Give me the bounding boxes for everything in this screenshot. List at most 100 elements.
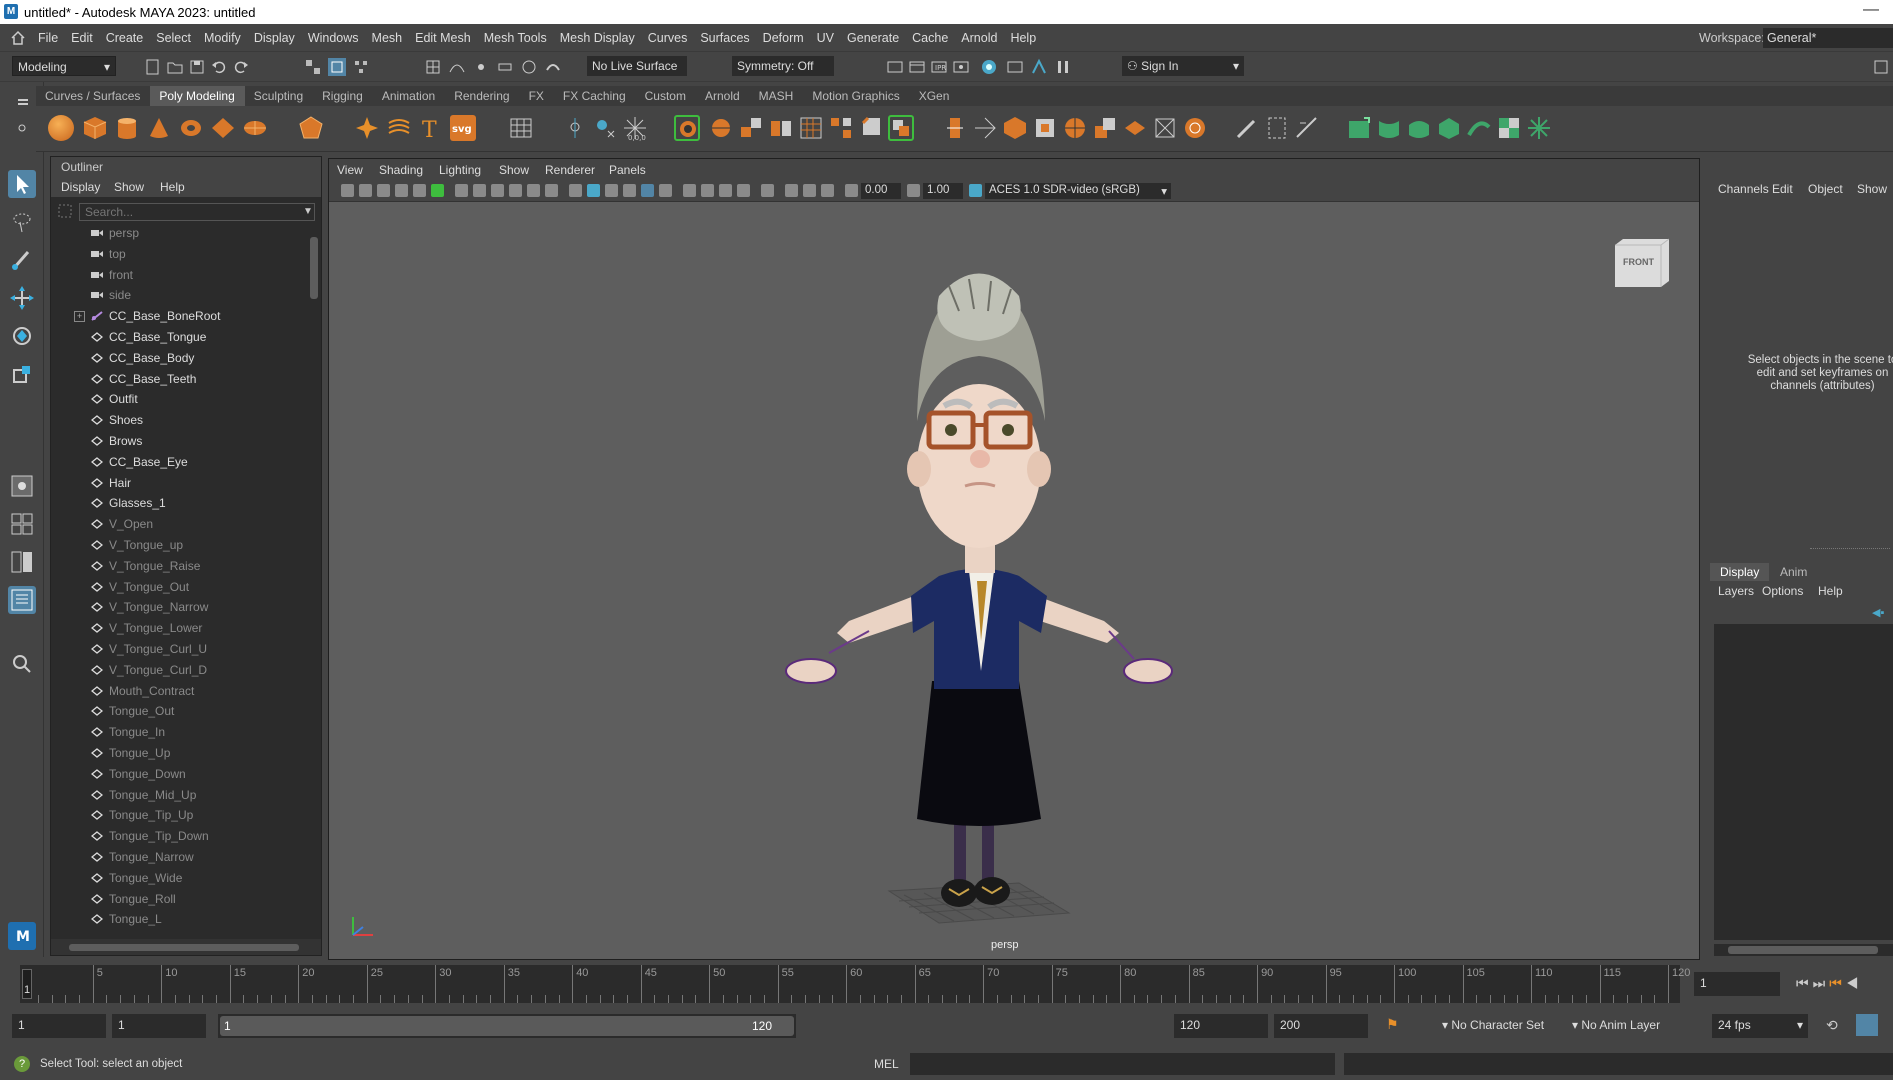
menu-uv[interactable]: UV bbox=[817, 31, 844, 45]
poly-torus-icon[interactable] bbox=[178, 115, 204, 141]
outliner-item[interactable]: Tongue_Down bbox=[51, 764, 309, 785]
search-icon[interactable] bbox=[8, 650, 36, 678]
resolution-gate-icon[interactable] bbox=[491, 184, 504, 197]
unfold-uv-icon[interactable] bbox=[1294, 115, 1320, 141]
boolean-icon[interactable] bbox=[888, 115, 914, 141]
gamma-icon[interactable] bbox=[907, 184, 920, 197]
image-plane-icon[interactable] bbox=[395, 184, 408, 197]
poly-cylinder-icon[interactable] bbox=[114, 115, 140, 141]
move-tool-icon[interactable] bbox=[8, 284, 36, 312]
screen-space-ao-icon[interactable] bbox=[683, 184, 696, 197]
tab-anim-layers[interactable]: Anim bbox=[1770, 563, 1817, 581]
current-frame-field[interactable]: 1 bbox=[1694, 972, 1780, 996]
sculpt-brush-icon[interactable] bbox=[1234, 115, 1260, 141]
lasso-tool-icon[interactable] bbox=[8, 208, 36, 236]
shelf-tab-animation[interactable]: Animation bbox=[373, 86, 445, 106]
step-back-frame-icon[interactable]: ⏮ bbox=[1829, 975, 1846, 991]
poly-cone-icon[interactable] bbox=[146, 115, 172, 141]
outliner-item[interactable]: persp bbox=[51, 223, 309, 244]
outliner-item[interactable]: Tongue_Mid_Up bbox=[51, 785, 309, 806]
wireframe-on-shaded-icon[interactable] bbox=[605, 184, 618, 197]
command-language-toggle[interactable]: MEL bbox=[874, 1057, 899, 1071]
field-chart-icon[interactable] bbox=[527, 184, 540, 197]
outliner-item[interactable]: V_Tongue_Lower bbox=[51, 618, 309, 639]
scale-tool-icon[interactable] bbox=[8, 360, 36, 388]
current-time-marker[interactable]: 1 bbox=[22, 969, 32, 999]
gamma-field[interactable]: 1.00 bbox=[923, 183, 963, 199]
center-pivot-icon[interactable] bbox=[592, 115, 618, 141]
svg-tool-icon[interactable]: svg bbox=[450, 115, 476, 141]
outliner-search-input[interactable] bbox=[79, 203, 315, 221]
open-scene-icon[interactable] bbox=[166, 58, 184, 76]
playback-end-field[interactable]: 120 bbox=[1174, 1014, 1268, 1038]
outliner-menu-help[interactable]: Help bbox=[160, 180, 185, 194]
scrollbar-thumb[interactable] bbox=[69, 944, 299, 951]
extract-icon[interactable] bbox=[738, 115, 764, 141]
animation-preferences-icon[interactable] bbox=[1856, 1014, 1878, 1036]
multi-cut-icon[interactable] bbox=[942, 115, 968, 141]
exposure-field[interactable]: 0.00 bbox=[861, 183, 901, 199]
poly-cube-icon[interactable] bbox=[82, 115, 108, 141]
shelf-tab-rigging[interactable]: Rigging bbox=[313, 86, 373, 106]
xray-icon[interactable] bbox=[785, 184, 798, 197]
menu-modify[interactable]: Modify bbox=[204, 31, 251, 45]
offset-edge-loop-icon[interactable] bbox=[1182, 115, 1208, 141]
shelf-tab-arnold[interactable]: Arnold bbox=[696, 86, 750, 106]
auto-key-icon[interactable]: ⚑ bbox=[1386, 1016, 1399, 1033]
paint-select-tool-icon[interactable] bbox=[8, 246, 36, 274]
menu-cache[interactable]: Cache bbox=[912, 31, 958, 45]
viewport-menu-panels[interactable]: Panels bbox=[609, 163, 646, 177]
outliner-horizontal-scrollbar[interactable] bbox=[51, 939, 321, 955]
menu-curves[interactable]: Curves bbox=[648, 31, 698, 45]
outliner-layout-icon[interactable] bbox=[8, 586, 36, 614]
outliner-menu-display[interactable]: Display bbox=[61, 180, 100, 194]
range-slider-handle[interactable]: 1 120 bbox=[220, 1016, 794, 1036]
outliner-menu-show[interactable]: Show bbox=[114, 180, 144, 194]
quad-draw-icon[interactable] bbox=[1032, 115, 1058, 141]
snap-to-projected-center-icon[interactable] bbox=[520, 58, 538, 76]
separate-icon[interactable] bbox=[768, 115, 794, 141]
exposure-icon[interactable] bbox=[845, 184, 858, 197]
menu-create[interactable]: Create bbox=[106, 31, 154, 45]
outliner-item[interactable]: Brows bbox=[51, 431, 309, 452]
arnold-ipr-icon[interactable] bbox=[1030, 58, 1048, 76]
select-by-component-icon[interactable] bbox=[352, 58, 370, 76]
menu-mesh-display[interactable]: Mesh Display bbox=[560, 31, 645, 45]
outliner-item[interactable]: Glasses_1 bbox=[51, 493, 309, 514]
outliner-item[interactable]: V_Tongue_Raise bbox=[51, 556, 309, 577]
green-sphere-icon[interactable] bbox=[1406, 115, 1432, 141]
depth-of-field-icon[interactable] bbox=[737, 184, 750, 197]
edge-loop-icon[interactable] bbox=[1062, 115, 1088, 141]
super-shape-icon[interactable] bbox=[354, 115, 380, 141]
tab-display-layers[interactable]: Display bbox=[1710, 563, 1770, 581]
time-slider[interactable]: 1 5 10 15 20 25 30 35 40 45 50 55 60 65 70 75 80 85 90 95 1… bbox=[20, 965, 1690, 1003]
outliner-item[interactable]: Tongue_R bbox=[51, 930, 309, 935]
use-all-lights-icon[interactable] bbox=[641, 184, 654, 197]
outliner-item[interactable]: Tongue_L bbox=[51, 909, 309, 930]
maya-home-logo-icon[interactable]: M bbox=[8, 922, 36, 950]
snap-to-view-plane-icon[interactable] bbox=[496, 58, 514, 76]
make-live-icon[interactable] bbox=[544, 58, 562, 76]
animation-start-field[interactable]: 1 bbox=[12, 1014, 106, 1038]
render-view-icon[interactable] bbox=[886, 58, 904, 76]
shelf-tab-fx-caching[interactable]: FX Caching bbox=[554, 86, 636, 106]
workspace-dropdown[interactable]: General* bbox=[1763, 28, 1893, 48]
undo-icon[interactable] bbox=[210, 58, 228, 76]
sign-in-dropdown[interactable]: ⚇ Sign In ▾ bbox=[1122, 56, 1244, 76]
smooth-icon[interactable] bbox=[674, 115, 700, 141]
outliner-item[interactable]: Mouth_Contract bbox=[51, 681, 309, 702]
menu-mesh-tools[interactable]: Mesh Tools bbox=[484, 31, 557, 45]
smooth-shade-all-icon[interactable] bbox=[587, 184, 600, 197]
snap-to-grid-icon[interactable] bbox=[424, 58, 442, 76]
shelf-tab-custom[interactable]: Custom bbox=[636, 86, 696, 106]
scrollbar-thumb[interactable] bbox=[310, 237, 318, 299]
menu-display[interactable]: Display bbox=[254, 31, 305, 45]
bevel-icon[interactable] bbox=[858, 115, 884, 141]
connect-icon[interactable] bbox=[1002, 115, 1028, 141]
live-surface-field[interactable]: No Live Surface bbox=[587, 56, 687, 76]
filter-icon[interactable] bbox=[57, 203, 73, 219]
snap-to-point-icon[interactable] bbox=[472, 58, 490, 76]
channel-box-menu-object[interactable]: Object bbox=[1808, 182, 1843, 196]
snap-to-curve-icon[interactable] bbox=[448, 58, 466, 76]
outliner-item[interactable]: CC_Base_Tongue bbox=[51, 327, 309, 348]
